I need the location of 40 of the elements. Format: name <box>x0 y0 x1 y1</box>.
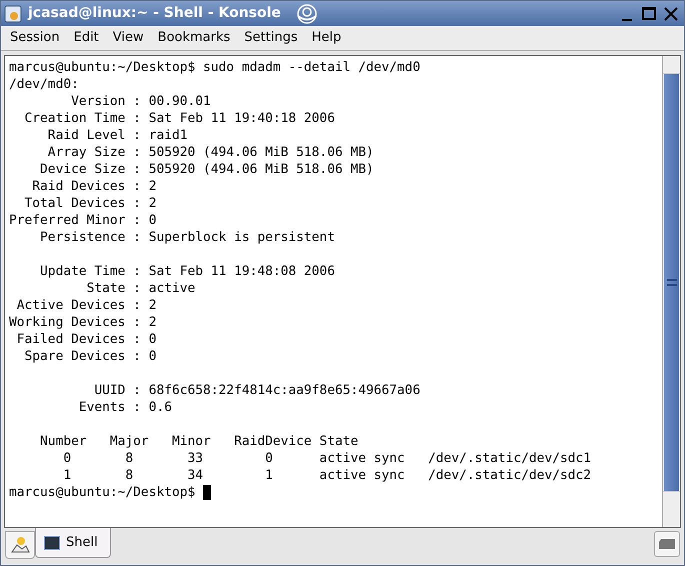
terminal-line: Working Devices : 2 <box>9 314 156 331</box>
terminal-line: 0 8 33 0 active sync /dev/.static/dev/sdc1 <box>62 450 592 467</box>
app-icon[interactable] <box>4 4 22 22</box>
folded-tab-icon <box>658 538 676 550</box>
swirl-logo-icon <box>294 2 319 24</box>
terminal-line: Events : 0.6 <box>78 399 172 416</box>
terminal-line: Failed Devices : 0 <box>16 331 156 348</box>
terminal-line: Raid Devices : 2 <box>31 178 156 195</box>
terminal-line: Update Time : Sat Feb 11 19:48:08 2006 <box>39 263 335 280</box>
scrollbar[interactable] <box>662 56 680 527</box>
terminal-line: Device Size : 505920 (494.06 MiB 518.06 MB) <box>39 161 374 178</box>
terminal-line: marcus@ubuntu:~/Desktop$ <box>9 484 196 501</box>
menu-item[interactable]: Session <box>3 28 67 48</box>
sun-landscape-icon <box>10 536 30 554</box>
terminal-line: Number Major Minor RaidDevice State <box>39 433 358 450</box>
menu-item[interactable]: View <box>106 28 151 48</box>
terminal-line: Version : 00.90.01 <box>70 93 211 110</box>
menu-item[interactable]: Help <box>304 28 348 48</box>
terminal-icon <box>44 536 60 550</box>
terminal-line: Persistence : Superblock is persistent <box>39 229 335 246</box>
menu-item[interactable]: Settings <box>237 28 305 48</box>
terminal-line: Raid Level : raid1 <box>46 127 188 144</box>
terminal-line: marcus@ubuntu:~/Desktop$ sudo mdadm --detail /dev/md0 <box>9 59 420 76</box>
terminal-line: Total Devices : 2 <box>24 195 156 212</box>
new-session-button[interactable] <box>5 531 35 559</box>
close-session-button[interactable] <box>654 531 680 557</box>
terminal-line: Spare Devices : 0 <box>24 348 156 365</box>
session-tab[interactable]: Shell <box>35 528 111 558</box>
menu-item[interactable]: Edit <box>66 28 106 48</box>
terminal-line: Preferred Minor : 0 <box>9 212 156 229</box>
terminal-line: 1 8 34 1 active sync /dev/.static/dev/sdc2 <box>62 467 592 484</box>
terminal-line: Creation Time : Sat Feb 11 19:40:18 2006 <box>24 110 335 127</box>
menu-item[interactable]: Bookmarks <box>150 28 238 48</box>
terminal-line: Array Size : 505920 (494.06 MiB 518.06 MB) <box>46 144 374 161</box>
terminal-line: UUID : 68f6c658:22f4814c:aa9f8e65:49667a06 <box>93 382 420 399</box>
terminal-line: Active Devices : 2 <box>16 297 156 314</box>
cursor <box>203 485 212 500</box>
terminal-line: State : active <box>86 280 196 297</box>
terminal-line: /dev/md0: <box>9 76 79 93</box>
window-title: jcasad@linux:~ - Shell - Konsole <box>28 4 281 23</box>
